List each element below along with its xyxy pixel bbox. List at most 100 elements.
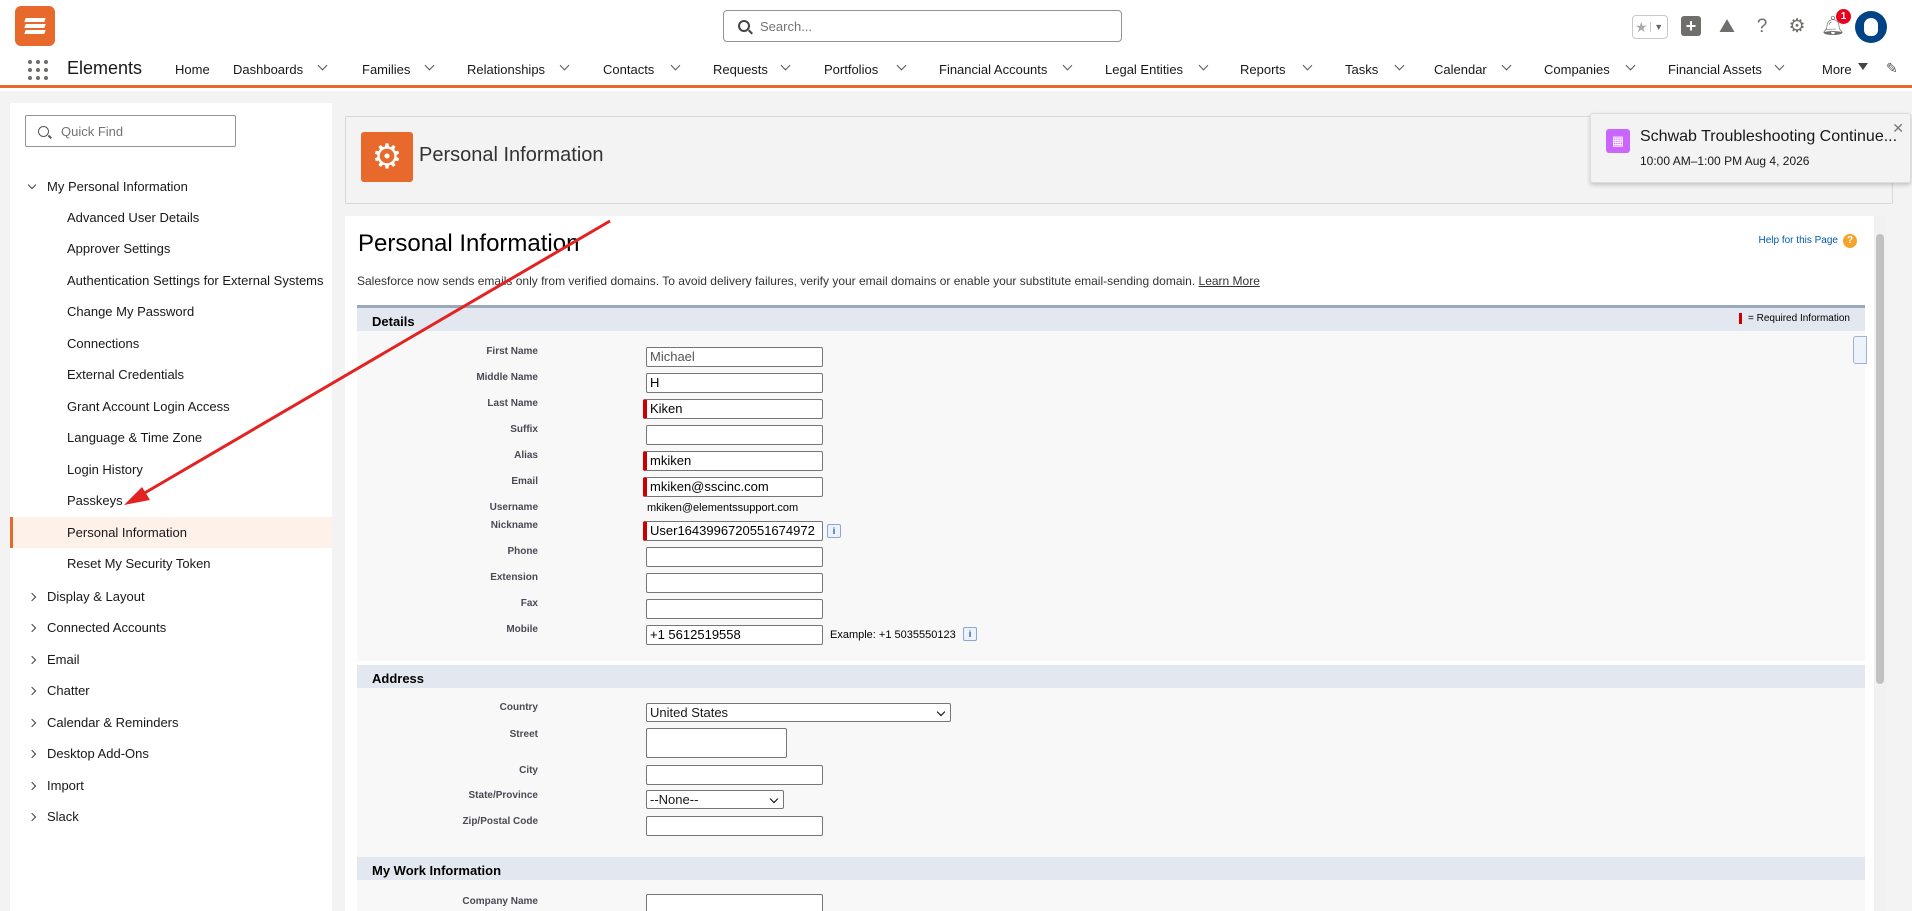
fax-input[interactable] [646,599,823,619]
tree-item-reset-my-security-token[interactable]: Reset My Security Token [10,548,332,579]
tree-group-connected-accounts[interactable]: Connected Accounts [10,618,166,638]
tree-item-advanced-user-details[interactable]: Advanced User Details [10,202,332,233]
tree-group-label: Email [47,652,80,667]
tree-item-passkeys[interactable]: Passkeys [10,485,332,516]
quick-find-input[interactable]: Quick Find [25,115,236,147]
setup-gear-icon[interactable]: ⚙ [1786,16,1808,38]
nav-item-companies[interactable]: Companies [1544,62,1610,77]
chevron-down-icon[interactable] [1200,61,1207,72]
email-input[interactable]: mkiken@sscinc.com [643,477,823,497]
last-name-input[interactable]: Kiken [643,399,823,419]
zip-input[interactable] [646,816,823,836]
last-name-label: Last Name [487,398,538,409]
tree-group-slack[interactable]: Slack [10,807,79,827]
notifications-bell-icon[interactable]: 🔔︎ 1 [1821,9,1851,38]
street-textarea[interactable] [646,728,787,758]
nav-item-financial-assets[interactable]: Financial Assets [1668,62,1762,77]
edit-nav-pencil-icon[interactable]: ✎ [1886,60,1898,77]
tree-item-connections[interactable]: Connections [10,328,332,359]
tree-group-my-personal-information[interactable]: My Personal Information [10,177,188,197]
content-scrollbar[interactable] [1874,216,1886,911]
chevron-down-icon[interactable] [1304,61,1311,72]
help-link[interactable]: Help for this Page? [1759,234,1857,248]
alias-input[interactable]: mkiken [643,451,823,471]
chevron-down-icon[interactable] [1503,61,1510,72]
tree-item-authentication-settings[interactable]: Authentication Settings for External Sys… [10,265,332,296]
nav-item-financial-accounts[interactable]: Financial Accounts [939,62,1047,77]
nav-item-dashboards[interactable]: Dashboards [233,62,303,77]
learn-more-link[interactable]: Learn More [1199,274,1260,288]
global-search-input[interactable]: Search... [723,10,1122,42]
suffix-input[interactable] [646,425,823,445]
tree-item-personal-information[interactable]: Personal Information [10,517,332,548]
tree-group-desktop-add-ons[interactable]: Desktop Add-Ons [10,744,149,764]
chevron-down-icon[interactable] [1776,61,1783,72]
nav-item-contacts[interactable]: Contacts [603,62,654,77]
first-name-input[interactable]: Michael [646,347,823,367]
work-section-title: My Work Information [372,863,502,878]
scrollbar-thumb[interactable] [1876,234,1884,684]
company-name-input[interactable] [646,894,823,911]
nav-item-reports[interactable]: Reports [1240,62,1286,77]
extension-input[interactable] [646,573,823,593]
nav-item-legal-entities[interactable]: Legal Entities [1105,62,1183,77]
event-reminder-toast[interactable]: ▦ Schwab Troubleshooting Continue... 10:… [1590,113,1911,183]
nav-more-menu[interactable]: More [1822,62,1852,77]
country-select[interactable]: United States [646,703,951,722]
fax-label: Fax [520,598,538,609]
nav-item-requests[interactable]: Requests [713,62,768,77]
info-icon[interactable]: i [963,627,977,641]
user-avatar[interactable] [1855,11,1887,43]
nav-item-calendar[interactable]: Calendar [1434,62,1487,77]
chevron-down-icon[interactable] [1396,61,1403,72]
tree-group-email[interactable]: Email [10,650,80,670]
chevron-down-icon[interactable] [1064,61,1071,72]
tree-group-chatter[interactable]: Chatter [10,681,90,701]
favorites-button[interactable]: ★ ▼ [1632,15,1668,39]
help-link-label[interactable]: Help for this Page [1759,235,1839,246]
side-panel-tab[interactable] [1853,336,1867,364]
tree-item-grant-account-login-access[interactable]: Grant Account Login Access [10,391,332,422]
help-question-icon[interactable]: ? [1843,234,1857,248]
caret-down-icon[interactable] [1858,63,1868,70]
nav-item-portfolios[interactable]: Portfolios [824,62,878,77]
tree-item-change-my-password[interactable]: Change My Password [10,296,332,327]
nav-item-home[interactable]: Home [175,62,210,77]
state-select[interactable]: --None-- [646,790,784,809]
tree-group-display-layout[interactable]: Display & Layout [10,587,145,607]
tree-group-calendar-reminders[interactable]: Calendar & Reminders [10,713,179,733]
tree-group-import[interactable]: Import [10,776,84,796]
nav-item-families[interactable]: Families [362,62,410,77]
tree-item-external-credentials[interactable]: External Credentials [10,359,332,390]
app-logo[interactable] [15,6,55,46]
chevron-down-icon[interactable] [1627,61,1634,72]
close-icon[interactable]: ✕ [1892,120,1904,137]
chevron-down-icon[interactable] [898,61,905,72]
phone-input[interactable] [646,547,823,567]
trailhead-icon[interactable]: ⛰ [1716,16,1738,38]
nav-item-relationships[interactable]: Relationships [467,62,545,77]
global-actions-button[interactable]: + [1681,16,1703,38]
city-input[interactable] [646,765,823,785]
chevron-down-icon[interactable] [561,61,568,72]
chevron-down-icon[interactable] [782,61,789,72]
chevron-down-icon[interactable] [426,61,433,72]
app-launcher-icon[interactable] [28,60,48,80]
toast-title[interactable]: Schwab Troubleshooting Continue... [1640,128,1903,146]
tree-item-approver-settings[interactable]: Approver Settings [10,233,332,264]
chevron-down-icon[interactable] [319,61,326,72]
page-title: Personal Information [358,230,580,257]
chevron-down-icon [27,180,37,190]
favorites-dropdown-icon[interactable]: ▼ [1649,22,1668,32]
tree-item-login-history[interactable]: Login History [10,454,332,485]
tree-item-language-time-zone[interactable]: Language & Time Zone [10,422,332,453]
mobile-input[interactable]: +1 5612519558 [646,625,823,645]
chevron-right-icon [27,812,37,822]
nav-item-tasks[interactable]: Tasks [1345,62,1378,77]
star-icon[interactable]: ★ [1633,19,1650,36]
help-icon[interactable]: ? [1751,16,1773,38]
chevron-down-icon[interactable] [672,61,679,72]
middle-name-input[interactable]: H [646,373,823,393]
info-icon[interactable]: i [827,524,841,538]
nickname-input[interactable]: User1643996720551674972 [643,521,823,541]
